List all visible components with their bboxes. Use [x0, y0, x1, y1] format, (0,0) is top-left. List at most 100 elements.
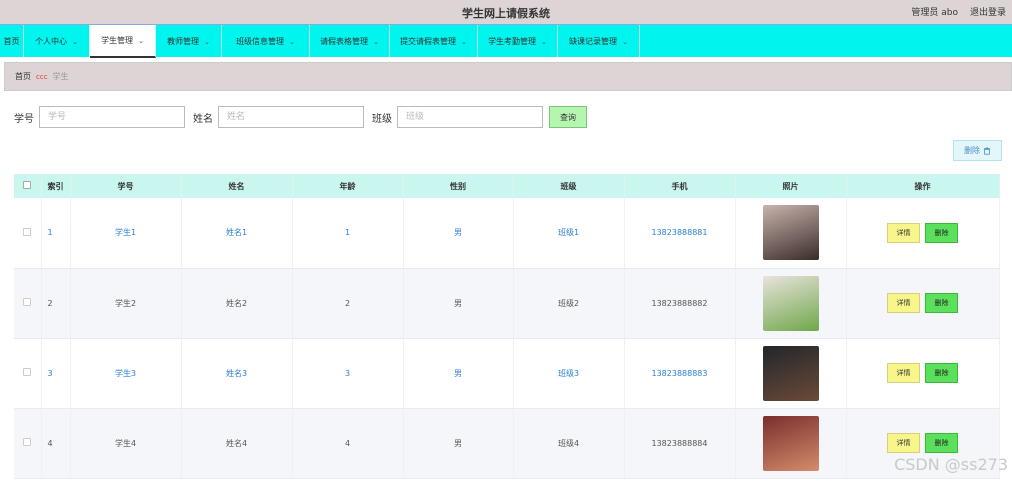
row-delete-button[interactable]: 删除 [925, 363, 958, 383]
table-row[interactable]: 3 学生3 姓名3 3 男 班级3 13823888883 详情 删除 [14, 338, 1000, 409]
chevron-down-icon: ⌄ [541, 37, 547, 46]
column-header: 操作 [846, 174, 1000, 198]
class-label: 班级 [372, 113, 392, 125]
index-cell: 4 [41, 408, 71, 479]
chevron-down-icon: ⌄ [289, 37, 295, 46]
class-cell: 班级3 [513, 338, 625, 409]
index-cell: 1 [41, 198, 71, 269]
row-delete-button[interactable]: 删除 [925, 222, 958, 243]
nav-item-personal[interactable]: 个人中心 ⌄ [24, 25, 90, 58]
student-id-cell: 学生2 [70, 268, 182, 339]
watermark: CSDN @ss273 [894, 455, 1008, 474]
chevron-down-icon: ⌄ [72, 37, 78, 46]
gender-cell: 男 [403, 408, 514, 479]
class-cell: 班级2 [513, 268, 625, 339]
logout-link[interactable]: 退出登录 [970, 5, 1006, 18]
students-table: 索引 学号 姓名 年龄 性别 班级 手机 照片 操作 1 学生1 姓名1 1 男… [14, 174, 1000, 479]
student-photo [762, 415, 819, 471]
nav-item-label: 学生考勤管理 [488, 37, 537, 46]
age-cell: 3 [292, 338, 404, 409]
nav-item-absence[interactable]: 缺课记录管理 ⌄ [558, 25, 640, 58]
column-header: 姓名 [181, 174, 293, 198]
age-cell: 4 [292, 408, 404, 479]
row-delete-button[interactable]: 删除 [925, 293, 958, 313]
nav-item-label: 教师管理 [167, 37, 200, 46]
class-cell: 班级1 [513, 198, 625, 269]
detail-button[interactable]: 详情 [887, 363, 920, 383]
row-select-cell[interactable] [14, 268, 42, 339]
breadcrumb: 首页 ccc 学生 [4, 62, 1012, 91]
actions-cell: 详情 删除 [846, 198, 1000, 269]
nav-item-attendance[interactable]: 学生考勤管理 ⌄ [478, 25, 558, 58]
gender-cell: 男 [403, 198, 514, 269]
row-checkbox[interactable] [23, 368, 32, 376]
detail-button[interactable]: 详情 [887, 433, 920, 453]
detail-button[interactable]: 详情 [887, 222, 920, 243]
row-select-cell[interactable] [14, 198, 42, 269]
student-id-input[interactable] [39, 106, 185, 128]
column-header: 照片 [735, 174, 847, 198]
name-input[interactable] [218, 106, 364, 128]
class-input[interactable] [397, 106, 543, 128]
student-id-cell: 学生1 [70, 198, 182, 269]
row-actions: 详情 删除 [847, 433, 999, 453]
row-actions: 详情 删除 [847, 293, 999, 313]
table-row[interactable]: 2 学生2 姓名2 2 男 班级2 13823888882 详情 删除 [14, 268, 1000, 339]
bulk-delete-button[interactable]: 删除 [953, 140, 1002, 161]
student-photo [762, 275, 819, 331]
bulk-delete-label: 删除 [964, 146, 980, 155]
row-select-cell[interactable] [14, 408, 42, 479]
select-all-cell[interactable] [14, 174, 42, 198]
column-header: 手机 [624, 174, 736, 198]
row-select-cell[interactable] [14, 338, 42, 409]
search-bar: 学号 姓名 班级 查询 [14, 106, 587, 128]
actions-cell: 详情 删除 [846, 338, 1000, 409]
column-header: 索引 [41, 174, 71, 198]
row-delete-button[interactable]: 删除 [925, 433, 958, 453]
photo-cell [735, 408, 847, 479]
photo-cell [735, 198, 847, 269]
breadcrumb-separator: ccc [36, 72, 48, 81]
detail-button[interactable]: 详情 [887, 293, 920, 313]
row-checkbox[interactable] [23, 298, 32, 306]
age-cell: 2 [292, 268, 404, 339]
user-area: 管理员 abo 退出登录 [911, 5, 1006, 18]
select-all-checkbox[interactable] [23, 181, 32, 189]
phone-cell: 13823888884 [624, 408, 736, 479]
row-checkbox[interactable] [23, 227, 32, 236]
chevron-down-icon: ⌄ [622, 37, 628, 46]
nav-item-label: 班级信息管理 [236, 37, 285, 46]
nav-item-submitted-forms[interactable]: 提交请假表管理 ⌄ [390, 25, 478, 58]
nav-home-label: 首页 [3, 37, 20, 46]
actions-cell: 详情 删除 [846, 268, 1000, 339]
name-cell: 姓名2 [181, 268, 293, 339]
class-cell: 班级4 [513, 408, 625, 479]
nav-home[interactable]: 首页 [0, 25, 24, 58]
name-label: 姓名 [193, 113, 213, 125]
table-row[interactable]: 4 学生4 姓名4 4 男 班级4 13823888884 详情 删除 [14, 408, 1000, 479]
chevron-down-icon: ⌄ [461, 37, 467, 46]
nav-item-teachers[interactable]: 教师管理 ⌄ [156, 25, 222, 58]
phone-cell: 13823888883 [624, 338, 736, 409]
nav-item-students[interactable]: 学生管理 ⌄ [90, 25, 156, 58]
age-cell: 1 [292, 198, 404, 269]
student-id-cell: 学生3 [70, 338, 182, 409]
trash-icon [983, 146, 991, 155]
index-cell: 3 [41, 338, 71, 409]
chevron-down-icon: ⌄ [204, 37, 210, 46]
row-actions: 详情 删除 [847, 222, 999, 243]
column-header: 年龄 [292, 174, 404, 198]
student-photo [762, 345, 819, 401]
nav-item-classes[interactable]: 班级信息管理 ⌄ [222, 25, 310, 58]
table-row[interactable]: 1 学生1 姓名1 1 男 班级1 13823888881 详情 删除 [14, 198, 1000, 269]
nav-item-leave-forms[interactable]: 请假表格管理 ⌄ [310, 25, 390, 58]
row-checkbox[interactable] [23, 438, 32, 446]
breadcrumb-home[interactable]: 首页 [15, 71, 31, 82]
chevron-down-icon: ⌄ [138, 36, 144, 45]
main-nav: 首页 个人中心 ⌄ 学生管理 ⌄ 教师管理 ⌄ 班级信息管理 ⌄ 请假表格管理 ⌄ 提交请… [0, 24, 1012, 58]
query-button[interactable]: 查询 [549, 106, 587, 128]
student-photo [762, 205, 819, 261]
phone-cell: 13823888882 [624, 268, 736, 339]
app-title: 学生网上请假系统 [462, 7, 550, 20]
chevron-down-icon: ⌄ [373, 37, 379, 46]
